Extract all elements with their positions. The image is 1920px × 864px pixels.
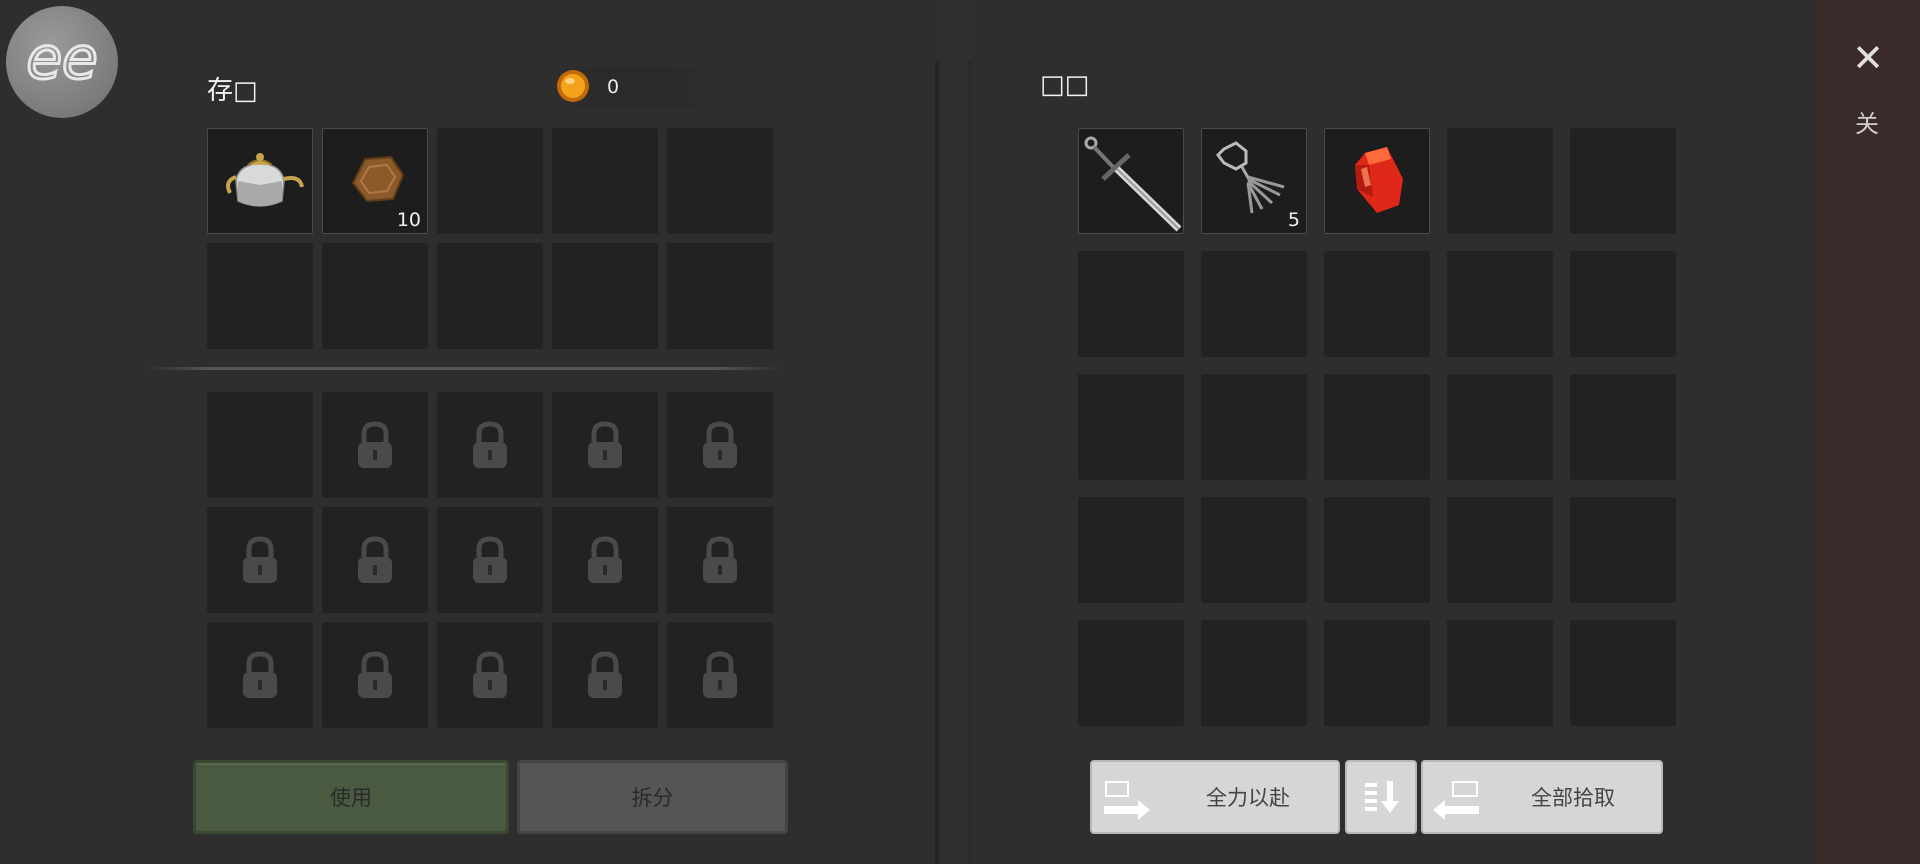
storage-slot[interactable] xyxy=(552,243,658,349)
item-quantity: 5 xyxy=(1287,209,1300,231)
split-button[interactable]: 拆分 xyxy=(517,760,788,834)
lock-icon xyxy=(358,421,392,468)
transfer-icon xyxy=(1433,781,1479,820)
locked-slot[interactable] xyxy=(552,622,658,728)
coin-count: 0 xyxy=(607,76,620,98)
locked-slot[interactable] xyxy=(667,507,773,613)
lock-icon xyxy=(703,651,737,698)
sword-icon xyxy=(1084,136,1182,232)
pick-all-button[interactable]: 全部拾取 xyxy=(1421,760,1663,834)
lock-icon xyxy=(473,421,507,468)
locked-slot[interactable] xyxy=(437,507,543,613)
lock-icon xyxy=(588,536,622,583)
all-in-label: 全力以赴 xyxy=(1206,786,1290,810)
red-gem-icon xyxy=(1355,147,1403,213)
transfer-icon xyxy=(1104,781,1150,820)
loot-slot[interactable] xyxy=(1570,251,1676,357)
locked-slot[interactable] xyxy=(322,392,428,498)
loot-slot[interactable] xyxy=(1447,374,1553,480)
loot-slot[interactable] xyxy=(1570,620,1676,726)
loot-slot[interactable] xyxy=(1570,497,1676,603)
lock-icon xyxy=(358,651,392,698)
storage-slot[interactable] xyxy=(552,128,658,234)
loot-slot[interactable] xyxy=(1447,497,1553,603)
lock-icon xyxy=(243,536,277,583)
teapot-icon xyxy=(226,153,304,207)
lock-icon xyxy=(703,536,737,583)
panel-divider-shadow xyxy=(968,60,972,864)
lock-icon xyxy=(588,421,622,468)
storage-slot[interactable] xyxy=(667,128,773,234)
lock-icon xyxy=(243,651,277,698)
lock-icon xyxy=(473,651,507,698)
pick-all-label: 全部拾取 xyxy=(1531,786,1615,810)
lock-icon xyxy=(473,536,507,583)
loot-slot[interactable] xyxy=(1078,497,1184,603)
lock-icon xyxy=(588,651,622,698)
loot-slot[interactable] xyxy=(1201,620,1307,726)
loot-slot[interactable] xyxy=(1324,128,1430,234)
avatar[interactable]: ee xyxy=(6,6,118,118)
loot-slot[interactable] xyxy=(1078,620,1184,726)
loot-slot[interactable] xyxy=(1447,620,1553,726)
storage-title: 存□ xyxy=(207,76,258,106)
loot-slot[interactable] xyxy=(1447,128,1553,234)
sort-button[interactable] xyxy=(1345,760,1417,834)
locked-slot[interactable] xyxy=(437,392,543,498)
storage-slot[interactable] xyxy=(207,128,313,234)
sort-icon xyxy=(1365,781,1399,813)
loot-slot[interactable] xyxy=(1324,497,1430,603)
storage-slot[interactable] xyxy=(322,243,428,349)
loot-slot[interactable] xyxy=(1201,251,1307,357)
lock-icon xyxy=(703,421,737,468)
loot-title: □□ xyxy=(1040,70,1090,100)
locked-slot[interactable] xyxy=(322,622,428,728)
locked-slot[interactable] xyxy=(322,507,428,613)
loot-slot[interactable] xyxy=(1078,128,1184,234)
use-button[interactable]: 使用 xyxy=(193,760,509,834)
locked-slot[interactable] xyxy=(552,507,658,613)
locked-slot[interactable] xyxy=(437,622,543,728)
storage-slot[interactable] xyxy=(667,243,773,349)
loot-slot[interactable]: 5 xyxy=(1201,128,1307,234)
item-quantity: 10 xyxy=(396,209,421,231)
loot-slot[interactable] xyxy=(1078,251,1184,357)
close-label: 关 xyxy=(1855,110,1879,138)
locked-slot[interactable] xyxy=(207,507,313,613)
loot-slot[interactable] xyxy=(1201,374,1307,480)
panel-divider xyxy=(935,60,939,864)
locked-slot[interactable] xyxy=(207,622,313,728)
svg-text:ee: ee xyxy=(26,24,97,92)
storage-slot[interactable] xyxy=(207,392,313,498)
loot-slot[interactable] xyxy=(1324,620,1430,726)
locked-slot[interactable] xyxy=(667,622,773,728)
loot-slot[interactable] xyxy=(1447,251,1553,357)
loot-slot[interactable] xyxy=(1324,374,1430,480)
storage-slot[interactable]: 10 xyxy=(322,128,428,234)
storage-slot[interactable] xyxy=(437,243,543,349)
all-in-button[interactable]: 全力以赴 xyxy=(1090,760,1340,834)
loot-slot[interactable] xyxy=(1201,497,1307,603)
close-icon[interactable]: ✕ xyxy=(1848,38,1888,78)
lock-icon xyxy=(358,536,392,583)
loot-slot[interactable] xyxy=(1570,128,1676,234)
loot-slot[interactable] xyxy=(1324,251,1430,357)
storage-slot[interactable] xyxy=(207,243,313,349)
section-divider xyxy=(145,367,780,370)
avatar-logo-icon: ee xyxy=(25,23,99,94)
locked-slot[interactable] xyxy=(552,392,658,498)
loot-slot[interactable] xyxy=(1570,374,1676,480)
loot-slot[interactable] xyxy=(1078,374,1184,480)
coin-icon xyxy=(557,70,589,102)
locked-slot[interactable] xyxy=(667,392,773,498)
storage-slot[interactable] xyxy=(437,128,543,234)
